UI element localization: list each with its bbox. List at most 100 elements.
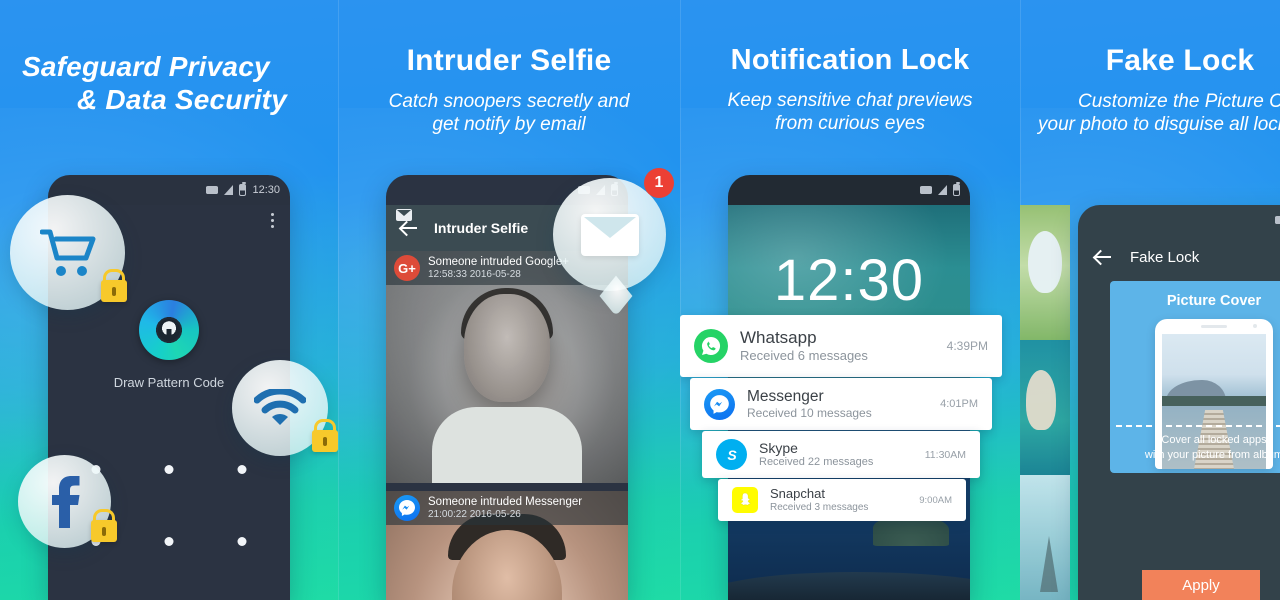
status-badge: 1 xyxy=(644,168,674,198)
promo-banner: Safeguard Privacy & Data Security 12:30 … xyxy=(0,0,1280,600)
page-title: Safeguard Privacy & Data Security xyxy=(22,50,338,116)
panel4-heading: Fake Lock Customize the Picture Cover wi… xyxy=(1020,44,1280,136)
notification-time: 4:01PM xyxy=(940,398,978,410)
panel-safeguard-privacy: Safeguard Privacy & Data Security 12:30 … xyxy=(0,0,338,600)
intruder-timestamp: 12:58:33 2016-05-28 xyxy=(428,268,521,280)
signal-status-icon xyxy=(224,185,234,195)
envelope-icon xyxy=(580,213,639,256)
subtitle-line-2: get notify by email xyxy=(432,114,586,136)
subtitle-line-2: from curious eyes xyxy=(775,113,925,135)
facebook-icon xyxy=(50,475,80,528)
panel3-heading: Notification Lock Keep sensitive chat pr… xyxy=(680,44,1020,135)
lockscreen-clock: 12:30 xyxy=(773,248,925,313)
page-title: Intruder Selfie xyxy=(406,44,612,77)
locked-app-bubble-facebook xyxy=(18,455,117,548)
svg-text:S: S xyxy=(727,447,737,463)
subtitle-line-2: your photo to disguise all locked apps xyxy=(1038,114,1280,136)
pattern-dot[interactable] xyxy=(164,537,174,546)
notification-app-name: Skype xyxy=(759,439,798,456)
notification-message: Received 6 messages xyxy=(740,348,868,364)
crop-guide-line xyxy=(1116,425,1280,427)
album-photo-eiffel-tower xyxy=(1020,475,1070,600)
wifi-status-icon xyxy=(206,186,219,194)
status-bar xyxy=(728,175,970,205)
back-arrow-icon[interactable] xyxy=(1094,248,1112,266)
apply-button[interactable]: Apply xyxy=(1142,570,1260,600)
page-title: Notification Lock xyxy=(730,44,970,76)
locked-app-bubble-shopping xyxy=(10,195,127,310)
intruder-headline: Someone intruded Google+ xyxy=(428,255,569,268)
page-subtitle: Keep sensitive chat previews from curiou… xyxy=(680,89,1020,135)
signal-status-icon xyxy=(938,185,947,195)
pattern-row xyxy=(91,465,247,474)
card-title: Picture Cover xyxy=(1166,293,1262,309)
mail-status-icon xyxy=(396,209,412,221)
battery-status-icon xyxy=(239,182,247,196)
notification-app-name: Whatsapp xyxy=(740,328,817,347)
intruder-entry-header: Someone intruded Messenger 21:00:22 2016… xyxy=(386,491,628,525)
whatsapp-icon xyxy=(694,329,728,363)
wifi-status-icon xyxy=(920,186,932,194)
panel-intruder-selfie: Intruder Selfie Catch snoopers secretly … xyxy=(338,0,680,600)
page-title: Fake Lock xyxy=(1105,44,1255,77)
subtitle-line-1: Catch snoopers secretly and xyxy=(388,91,630,112)
card-note: Cover all locked apps with your picture … xyxy=(1110,433,1280,463)
notification-message: Received 10 messages xyxy=(747,406,872,421)
app-bar-title: Fake Lock xyxy=(1130,248,1200,266)
applock-logo-icon xyxy=(139,300,199,360)
messenger-icon xyxy=(394,495,420,521)
page-subtitle: Catch snoopers secretly and get notify b… xyxy=(338,90,680,136)
notification-time: 4:39PM xyxy=(946,339,988,353)
status-bar: 12: xyxy=(1078,205,1280,235)
notification-app-name: Snapchat xyxy=(770,486,825,502)
notification-card[interactable]: Snapchat Received 3 messages 9:00AM xyxy=(718,479,966,521)
album-photo-dog xyxy=(1020,205,1070,340)
notification-message: Received 3 messages xyxy=(770,501,869,513)
wifi-status-icon xyxy=(1274,216,1280,224)
card-note-line-2: with your picture from album xyxy=(1144,449,1280,462)
email-notification-bubble: 1 xyxy=(553,168,674,291)
messenger-icon xyxy=(704,388,735,420)
notification-time: 11:30AM xyxy=(924,448,966,461)
skype-icon: S xyxy=(716,439,747,470)
intruder-entry[interactable]: Someone intruded Messenger 21:00:22 2016… xyxy=(386,491,628,600)
subtitle-line-1: Keep sensitive chat previews xyxy=(727,90,973,111)
notification-card[interactable]: Messenger Received 10 messages 4:01PM xyxy=(690,378,992,430)
title-line-1: Safeguard Privacy xyxy=(22,51,270,82)
notification-message: Received 22 messages xyxy=(759,456,874,469)
page-subtitle: Customize the Picture Cover with your ph… xyxy=(1020,90,1280,136)
pattern-dot[interactable] xyxy=(237,465,247,474)
wifi-icon xyxy=(254,389,306,427)
app-bar-title: Intruder Selfie xyxy=(434,220,529,236)
notification-card[interactable]: Whatsapp Received 6 messages 4:39PM xyxy=(680,315,1002,377)
panel-fake-lock: Fake Lock Customize the Picture Cover wi… xyxy=(1020,0,1280,600)
album-photo-portrait xyxy=(1020,340,1070,475)
pattern-dot[interactable] xyxy=(164,465,174,474)
title-line-2: & Data Security xyxy=(77,84,287,116)
pattern-dot[interactable] xyxy=(237,537,247,546)
locked-app-bubble-wifi xyxy=(232,360,338,456)
phone-mockup-fakelock: 12: Fake Lock Picture Cover Cover all lo… xyxy=(1078,205,1280,600)
status-bar-clock: 12:30 xyxy=(252,184,280,196)
padlock-icon xyxy=(312,430,338,452)
card-note-line-1: Cover all locked apps xyxy=(1161,434,1267,447)
panel1-heading: Safeguard Privacy & Data Security xyxy=(0,50,338,116)
padlock-icon xyxy=(91,520,117,542)
google-plus-icon: G+ xyxy=(394,255,420,281)
panel-notification-lock: Notification Lock Keep sensitive chat pr… xyxy=(680,0,1020,600)
notification-time: 9:00AM xyxy=(919,494,952,506)
back-arrow-icon[interactable] xyxy=(400,219,418,237)
overflow-menu-icon[interactable] xyxy=(271,213,274,228)
panel2-heading: Intruder Selfie Catch snoopers secretly … xyxy=(338,44,680,136)
notification-card[interactable]: S Skype Received 22 messages 11:30AM xyxy=(702,431,980,478)
shopping-cart-icon xyxy=(39,228,96,278)
shoreline-decoration xyxy=(728,572,970,600)
notification-app-name: Messenger xyxy=(747,387,824,405)
intruder-headline: Someone intruded Messenger xyxy=(428,495,583,508)
snapchat-icon xyxy=(732,487,758,513)
picture-cover-card[interactable]: Picture Cover Cover all locked apps with… xyxy=(1110,281,1280,473)
intruder-timestamp: 21:00:22 2016-05-26 xyxy=(428,508,521,520)
album-photo-strip xyxy=(1020,205,1070,600)
padlock-icon xyxy=(101,280,127,302)
battery-status-icon xyxy=(953,182,960,196)
